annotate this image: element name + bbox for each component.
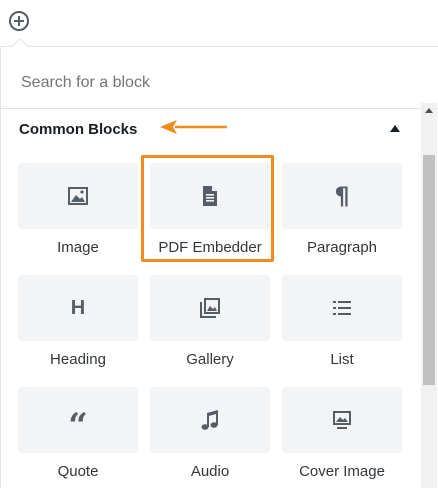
search-input[interactable] bbox=[21, 68, 411, 98]
collapse-arrow-icon[interactable] bbox=[389, 122, 401, 134]
block-icon-box: “ bbox=[18, 387, 138, 453]
panel-title: Common Blocks bbox=[19, 121, 138, 138]
panel-header[interactable]: Common Blocks bbox=[19, 109, 419, 165]
block-cover-image[interactable]: Cover Image bbox=[282, 387, 402, 487]
block-gallery[interactable]: Gallery bbox=[150, 275, 270, 375]
paragraph-icon: ¶ bbox=[334, 182, 350, 210]
editor-top-bar bbox=[0, 0, 438, 44]
document-icon bbox=[203, 186, 217, 206]
block-paragraph[interactable]: ¶ Paragraph bbox=[282, 163, 402, 263]
block-icon-box bbox=[150, 163, 270, 229]
caret-pointer-icon bbox=[11, 38, 29, 48]
quote-icon: “ bbox=[68, 406, 88, 446]
add-block-button[interactable] bbox=[7, 9, 31, 33]
block-icon-box bbox=[282, 387, 402, 453]
plus-circle-icon bbox=[9, 11, 29, 31]
common-blocks-panel: Common Blocks Image PDF Embedder ¶ Parag… bbox=[1, 109, 421, 488]
annotation-arrow-icon bbox=[160, 120, 227, 134]
block-label: Paragraph bbox=[306, 239, 378, 256]
block-label: Image bbox=[57, 239, 99, 256]
image-icon bbox=[68, 187, 88, 205]
block-icon-box: H bbox=[18, 275, 138, 341]
block-label: List bbox=[330, 351, 354, 368]
block-audio[interactable]: Audio bbox=[150, 387, 270, 487]
block-icon-box bbox=[282, 275, 402, 341]
block-search bbox=[1, 57, 438, 109]
scrollbar[interactable] bbox=[421, 103, 437, 488]
block-icon-box: ¶ bbox=[282, 163, 402, 229]
block-icon-box bbox=[150, 387, 270, 453]
block-icon-box bbox=[150, 275, 270, 341]
block-quote[interactable]: “ Quote bbox=[18, 387, 138, 487]
block-inserter-popover: Common Blocks Image bbox=[0, 46, 438, 488]
block-label: Heading bbox=[50, 351, 106, 368]
block-label: Audio bbox=[190, 463, 230, 480]
scrollbar-thumb[interactable] bbox=[423, 155, 435, 385]
block-heading[interactable]: H Heading bbox=[18, 275, 138, 375]
block-label: Cover Image bbox=[299, 463, 385, 480]
heading-icon: H bbox=[70, 296, 86, 319]
scroll-up-arrow-icon[interactable] bbox=[424, 106, 434, 114]
block-label: Gallery bbox=[186, 351, 234, 368]
block-label: Quote bbox=[57, 463, 99, 480]
block-image[interactable]: Image bbox=[18, 163, 138, 263]
gallery-icon bbox=[200, 298, 220, 318]
block-list[interactable]: List bbox=[282, 275, 402, 375]
block-icon-box bbox=[18, 163, 138, 229]
cover-image-icon bbox=[333, 411, 351, 429]
block-label: PDF Embedder bbox=[158, 239, 262, 256]
block-pdf-embedder[interactable]: PDF Embedder bbox=[150, 163, 270, 263]
audio-icon bbox=[201, 410, 218, 430]
list-icon bbox=[333, 301, 351, 315]
